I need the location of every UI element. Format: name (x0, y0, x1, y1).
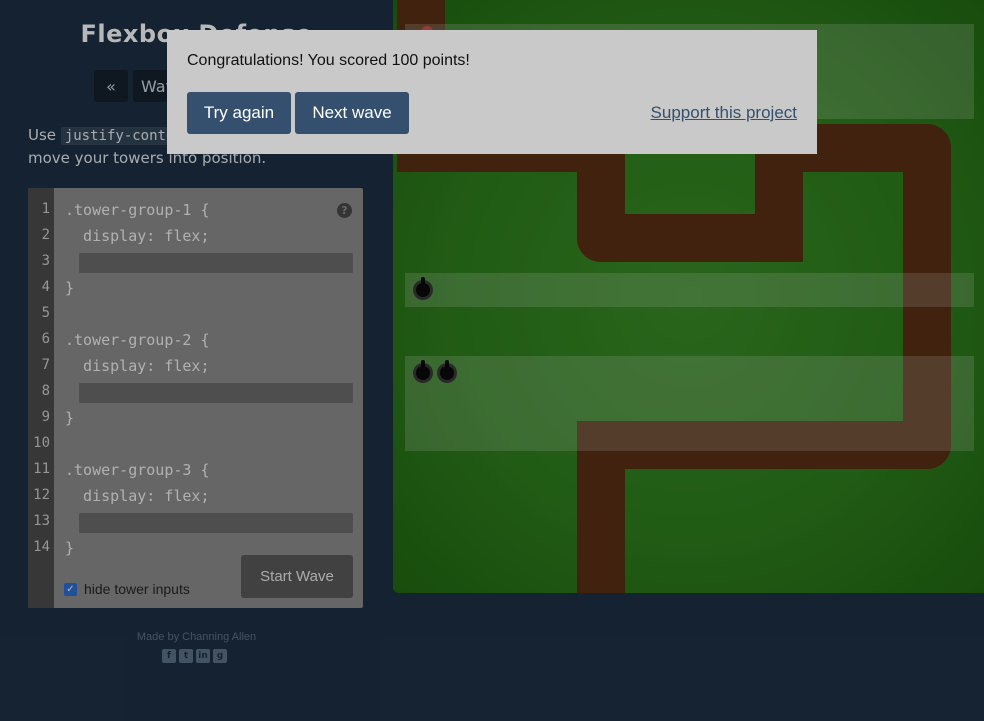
result-message: Congratulations! You scored 100 points! (187, 52, 470, 69)
support-project-link[interactable]: Support this project (651, 103, 797, 123)
try-again-button[interactable]: Try again (187, 92, 291, 134)
next-wave-button[interactable]: Next wave (295, 92, 409, 134)
result-modal: Congratulations! You scored 100 points! … (167, 30, 817, 154)
